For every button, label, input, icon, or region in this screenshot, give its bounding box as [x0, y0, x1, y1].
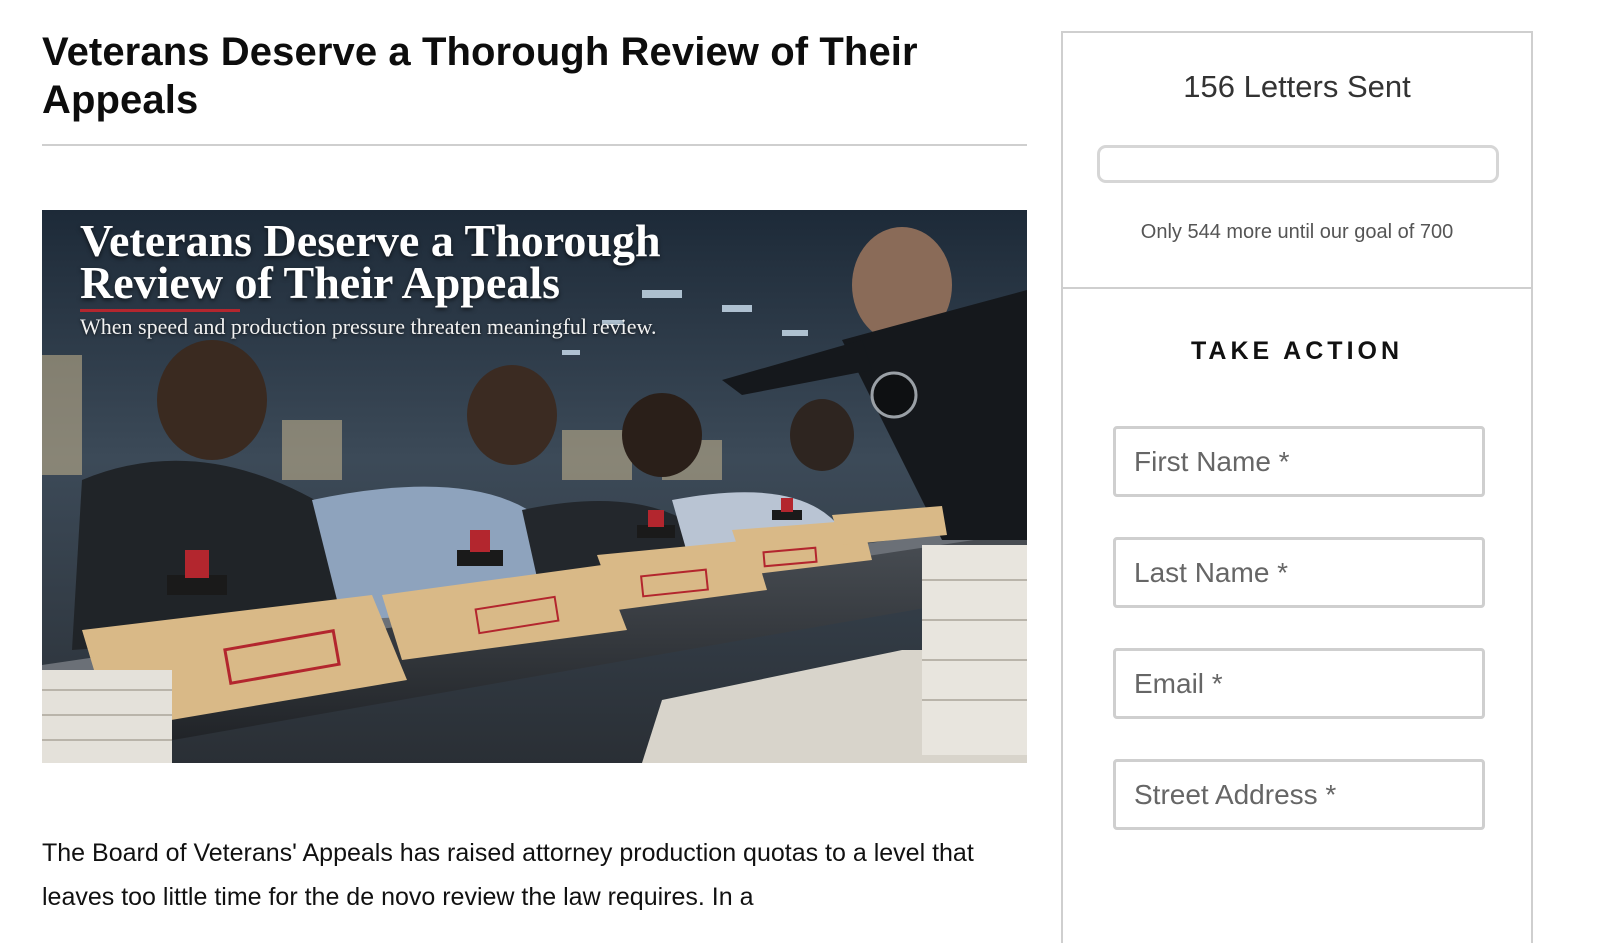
letters-counter: 156 Letters Sent Only 544 more until our…: [1063, 33, 1531, 289]
letters-sent-count: 156 Letters Sent: [1183, 69, 1411, 104]
action-sidebar: 156 Letters Sent Only 544 more until our…: [1061, 31, 1533, 943]
page: Veterans Deserve a Thorough Review of Th…: [0, 0, 1600, 943]
hero-headline-underline: [80, 309, 240, 312]
take-action-heading: TAKE ACTION: [1190, 337, 1404, 365]
hero-subheadline: When speed and production pressure threa…: [80, 314, 657, 339]
last-name-field[interactable]: [1113, 537, 1485, 608]
first-name-field[interactable]: [1113, 426, 1485, 497]
action-form: [1063, 426, 1531, 830]
article-body: The Board of Veterans' Appeals has raise…: [42, 839, 974, 911]
article-title: Veterans Deserve a Thorough Review of Th…: [42, 30, 918, 122]
article: Veterans Deserve a Thorough Review of Th…: [42, 28, 1027, 919]
hero-image: Veterans Deserve a Thorough Review of Th…: [42, 210, 1027, 763]
title-divider: [42, 144, 1027, 146]
goal-progress-bar: [1097, 145, 1499, 183]
email-field[interactable]: [1113, 648, 1485, 719]
hero-headline: Veterans Deserve a Thorough Review of Th…: [80, 215, 661, 308]
street-address-field[interactable]: [1113, 759, 1485, 830]
goal-remaining-text: Only 544 more until our goal of 700: [1140, 221, 1454, 243]
